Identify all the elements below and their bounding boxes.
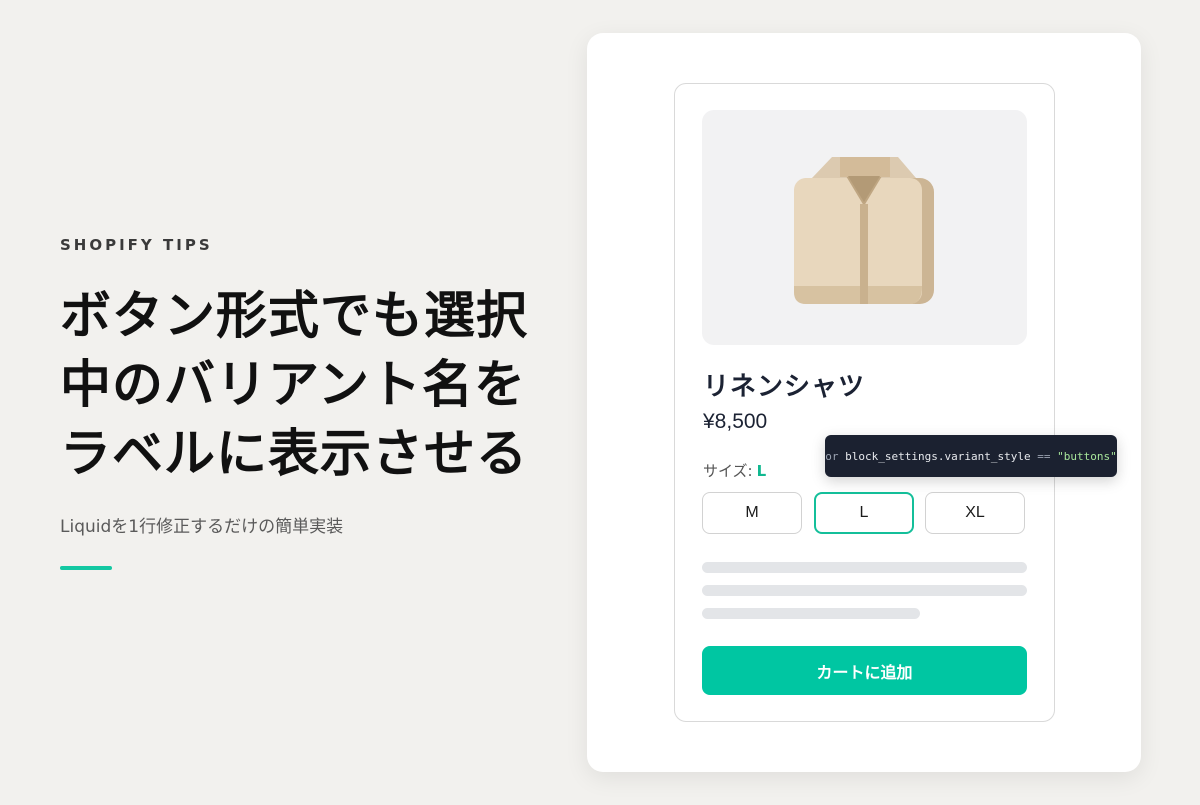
product-name: リネンシャツ — [703, 372, 866, 402]
description-placeholder-line — [702, 585, 1027, 596]
subtitle: Liquidを1行修正するだけの簡単実装 — [60, 517, 344, 537]
accent-divider — [60, 566, 112, 570]
variant-button-m[interactable]: M — [702, 492, 802, 534]
product-price: ¥8,500 — [703, 410, 768, 433]
title-line-3: ラベルに表示させる — [60, 425, 529, 484]
option-label: サイズ: — [703, 462, 753, 480]
code-snippet-tooltip: or block_settings.variant_style == "butt… — [825, 435, 1117, 477]
preview-panel: リネンシャツ ¥8,500 サイズ: L M L XL カートに追加 — [587, 33, 1141, 772]
product-image[interactable] — [702, 110, 1027, 345]
code-expression: block_settings.variant_style — [845, 449, 1031, 463]
product-card: リネンシャツ ¥8,500 サイズ: L M L XL カートに追加 — [674, 83, 1055, 722]
code-string: "buttons" — [1057, 449, 1117, 463]
page-title: ボタン形式でも選択 中のバリアント名を ラベルに表示させる — [60, 282, 580, 489]
variant-button-xl[interactable]: XL — [925, 492, 1025, 534]
description-placeholder-line — [702, 562, 1027, 573]
folded-shirt-icon — [794, 157, 934, 304]
selected-variant-label: L — [756, 462, 767, 480]
description-placeholder-line — [702, 608, 920, 619]
title-line-1: ボタン形式でも選択 — [60, 287, 529, 346]
title-line-2: 中のバリアント名を — [60, 356, 526, 415]
eyebrow-label: SHOPIFY TIPS — [60, 236, 213, 254]
code-keyword: or — [825, 449, 839, 463]
code-operator: == — [1037, 449, 1051, 463]
variant-button-l[interactable]: L — [814, 492, 914, 534]
add-to-cart-button[interactable]: カートに追加 — [702, 646, 1027, 695]
option-label-row: サイズ: L — [703, 460, 766, 481]
